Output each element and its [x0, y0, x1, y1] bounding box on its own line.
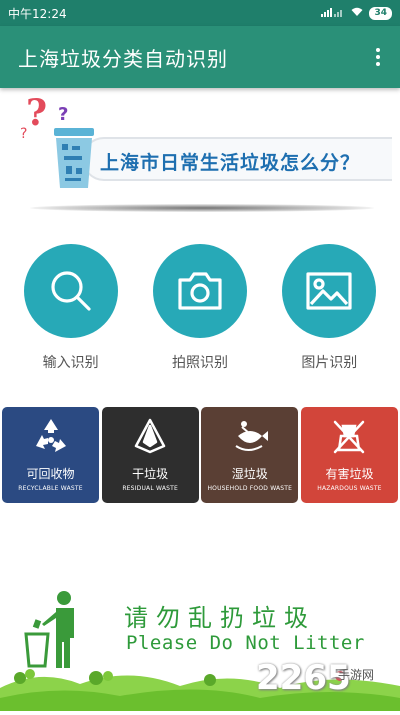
category-hazardous[interactable]: 有害垃圾 HAZARDOUS WASTE: [300, 407, 398, 503]
trash-cup-icon: [50, 128, 98, 194]
question-mark-red: ?: [26, 92, 48, 134]
hazardous-waste-icon: [329, 407, 369, 465]
category-name: 可回收物: [26, 467, 75, 481]
banner-headline: 上海市日常生活垃圾怎么分？: [100, 152, 361, 174]
question-mark-small: ?: [20, 126, 28, 142]
waste-categories: 可回收物 RECYCLABLE WASTE 干垃圾 RESIDUAL WASTE…: [2, 407, 398, 503]
category-residual[interactable]: 干垃圾 RESIDUAL WASTE: [101, 407, 199, 503]
wifi-icon: [351, 7, 363, 20]
category-name-en: HOUSEHOLD FOOD WASTE: [207, 485, 293, 492]
question-mark-purple: ?: [58, 104, 69, 125]
watermark-sub: 手游网: [338, 668, 375, 682]
status-icons: 34: [321, 6, 392, 20]
watermark: 2265: [256, 658, 351, 698]
banner-shadow: [30, 204, 374, 212]
food-waste-icon: [228, 407, 272, 465]
battery-indicator: 34: [369, 6, 392, 20]
category-food[interactable]: 湿垃圾 HOUSEHOLD FOOD WASTE: [201, 407, 299, 503]
image-recognition[interactable]: 图片识别: [274, 244, 384, 372]
residual-waste-icon: [130, 407, 170, 465]
category-recyclable[interactable]: 可回收物 RECYCLABLE WASTE: [2, 407, 99, 503]
recycle-icon: [31, 407, 71, 465]
category-name: 湿垃圾: [231, 467, 268, 481]
image-icon[interactable]: [282, 244, 377, 338]
photo-recognition[interactable]: 拍照识别: [145, 244, 255, 372]
text-input-recognition[interactable]: 输入识别: [16, 244, 126, 372]
category-name: 干垃圾: [132, 467, 169, 481]
signal-icon: [321, 7, 345, 20]
action-label: 拍照识别: [171, 355, 228, 371]
status-time: 中午12:24: [8, 6, 67, 21]
more-vert-icon[interactable]: [356, 35, 400, 79]
footer-banner: 请勿乱扔垃圾 Please Do Not Litter 2265 手游网: [0, 580, 400, 711]
category-name: 有害垃圾: [325, 467, 374, 481]
category-name-en: HAZARDOUS WASTE: [317, 485, 382, 492]
category-name-en: RESIDUAL WASTE: [122, 485, 178, 492]
app-title: 上海垃圾分类自动识别: [18, 46, 228, 71]
search-icon[interactable]: [23, 244, 118, 338]
status-bar: 中午12:24 34: [0, 0, 400, 26]
slogan-zh: 请勿乱扔垃圾: [124, 604, 316, 632]
category-name-en: RECYCLABLE WASTE: [18, 485, 83, 492]
app-bar: 上海垃圾分类自动识别: [0, 26, 400, 88]
camera-icon[interactable]: [152, 244, 247, 338]
action-label: 输入识别: [42, 355, 99, 371]
action-label: 图片识别: [301, 355, 358, 371]
recognition-actions: 输入识别 拍照识别 图片识别: [0, 244, 400, 372]
banner: ? ? ? 上海市日常生活垃圾怎么分？: [0, 92, 400, 216]
